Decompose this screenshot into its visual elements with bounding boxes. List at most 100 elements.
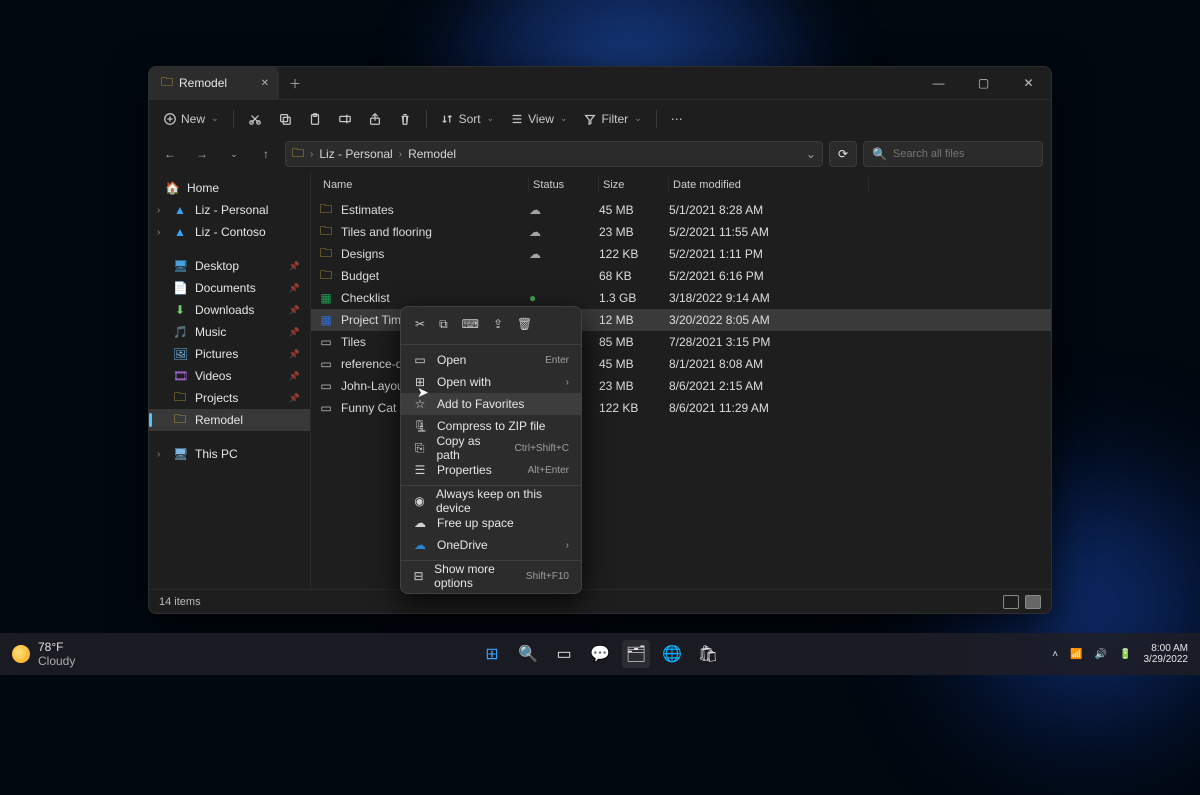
file-date: 5/2/2021 11:55 AM — [669, 225, 869, 239]
file-name: John-Layout — [341, 379, 407, 393]
ctx-onedrive[interactable]: ☁OneDrive› — [401, 534, 581, 556]
taskbar-search[interactable]: 🔍 — [514, 640, 542, 668]
ctx-rename-icon[interactable]: ⌨ — [462, 317, 479, 332]
sidebar-item-liz-personal[interactable]: ▲Liz - Personal — [149, 199, 310, 221]
open-icon: ▭ — [413, 353, 427, 367]
close-tab-icon[interactable]: ✕ — [261, 78, 269, 89]
file-name: Tiles — [341, 335, 366, 349]
delete-button[interactable] — [392, 108, 418, 130]
folder-icon: 🗀 — [173, 410, 187, 431]
sort-button[interactable]: Sort⌄ — [435, 108, 501, 130]
weather-desc: Cloudy — [38, 654, 75, 668]
col-date[interactable]: Date modified — [669, 177, 869, 193]
sidebar-item-videos[interactable]: 🎞Videos📌 — [149, 365, 310, 387]
ctx-show-more[interactable]: ⊟Show more optionsShift+F10 — [401, 565, 581, 587]
tray-chevron-icon[interactable]: ˄ — [1052, 649, 1058, 660]
file-status: ☁ — [529, 225, 599, 239]
sidebar-item-projects[interactable]: 🗀Projects📌 — [149, 387, 310, 409]
sidebar-item-music[interactable]: 🎵Music📌 — [149, 321, 310, 343]
filter-button[interactable]: Filter⌄ — [577, 108, 647, 130]
onedrive-icon: ☁ — [413, 538, 427, 552]
taskbar-clock[interactable]: 8:00 AM 3/29/2022 — [1144, 643, 1189, 665]
copy-button[interactable] — [272, 108, 298, 130]
status-bar: 14 items — [149, 589, 1051, 613]
file-row[interactable]: 🗀Budget68 KB5/2/2021 6:16 PM — [311, 265, 1051, 287]
new-button[interactable]: New⌄ — [157, 108, 225, 130]
more-button[interactable]: ⋯ — [665, 108, 689, 130]
view-button[interactable]: View⌄ — [504, 108, 573, 130]
ctx-always-keep[interactable]: ◉Always keep on this device — [401, 490, 581, 512]
task-view[interactable]: ▭ — [550, 640, 578, 668]
ctx-copy-path[interactable]: ⎘Copy as pathCtrl+Shift+C — [401, 437, 581, 459]
sidebar-item-pictures[interactable]: 🖼Pictures📌 — [149, 343, 310, 365]
ctx-cut-icon[interactable]: ✂ — [415, 317, 425, 332]
col-size[interactable]: Size — [599, 177, 669, 193]
path-dropdown[interactable]: ⌄ — [806, 147, 816, 161]
ctx-properties[interactable]: ☰PropertiesAlt+Enter — [401, 459, 581, 481]
col-name[interactable]: Name — [319, 177, 529, 193]
breadcrumb-seg[interactable]: Remodel — [408, 147, 456, 161]
search-input[interactable] — [893, 148, 1033, 160]
col-status[interactable]: Status — [529, 177, 599, 193]
window-tab[interactable]: 🗀 Remodel ✕ — [149, 67, 279, 99]
desktop-icon: 🖥 — [173, 259, 187, 273]
recent-dropdown[interactable]: ⌄ — [221, 149, 247, 160]
sidebar-item-documents[interactable]: 📄Documents📌 — [149, 277, 310, 299]
start-button[interactable]: ⊞ — [478, 640, 506, 668]
taskbar-store[interactable]: 🛍 — [694, 640, 722, 668]
rename-button[interactable] — [332, 108, 358, 130]
file-date: 5/2/2021 1:11 PM — [669, 247, 869, 261]
sidebar-item-remodel[interactable]: 🗀Remodel — [149, 409, 310, 431]
sidebar-item-home[interactable]: 🏠Home — [149, 177, 310, 199]
search-icon: 🔍 — [872, 147, 887, 161]
taskbar-chat[interactable]: 💬 — [586, 640, 614, 668]
taskbar-edge[interactable]: 🌐 — [658, 640, 686, 668]
sidebar-item-downloads[interactable]: ⬇Downloads📌 — [149, 299, 310, 321]
file-date: 5/2/2021 6:16 PM — [669, 269, 869, 283]
paste-button[interactable] — [302, 108, 328, 130]
ctx-open[interactable]: ▭OpenEnter — [401, 349, 581, 371]
maximize-button[interactable]: ▢ — [961, 67, 1006, 99]
column-headers: Name Status Size Date modified — [311, 171, 1051, 199]
keep-icon: ◉ — [413, 494, 426, 508]
wifi-icon[interactable]: 📶 — [1070, 649, 1082, 660]
battery-icon[interactable]: 🔋 — [1119, 649, 1131, 660]
sidebar-item-liz-contoso[interactable]: ▲Liz - Contoso — [149, 221, 310, 243]
cloud-icon: ☁ — [413, 516, 427, 530]
title-bar: 🗀 Remodel ✕ ＋ — ▢ ✕ — [149, 67, 1051, 99]
breadcrumb-seg[interactable]: Liz - Personal — [319, 147, 392, 161]
ctx-share-icon[interactable]: ⇪ — [493, 317, 503, 332]
file-row[interactable]: 🗀Tiles and flooring☁23 MB5/2/2021 11:55 … — [311, 221, 1051, 243]
file-size: 85 MB — [599, 335, 669, 349]
forward-button[interactable]: → — [189, 147, 215, 161]
volume-icon[interactable]: 🔊 — [1095, 649, 1107, 660]
file-size: 23 MB — [599, 379, 669, 393]
share-button[interactable] — [362, 108, 388, 130]
close-window-button[interactable]: ✕ — [1006, 67, 1051, 99]
pin-icon: 📌 — [289, 305, 300, 316]
search-box[interactable]: 🔍 — [863, 141, 1043, 167]
file-icon: ▭ — [319, 335, 333, 349]
new-tab-button[interactable]: ＋ — [279, 75, 311, 92]
file-row[interactable]: 🗀Estimates☁45 MB5/1/2021 8:28 AM — [311, 199, 1051, 221]
refresh-button[interactable]: ⟳ — [829, 141, 857, 167]
file-row[interactable]: 🗀Designs☁122 KB5/2/2021 1:11 PM — [311, 243, 1051, 265]
ctx-copy-icon[interactable]: ⧉ — [439, 317, 448, 332]
taskbar-weather[interactable]: 78°F Cloudy — [0, 640, 75, 668]
sidebar-item-desktop[interactable]: 🖥Desktop📌 — [149, 255, 310, 277]
file-status: ● — [529, 291, 599, 305]
ctx-free-space[interactable]: ☁Free up space — [401, 512, 581, 534]
back-button[interactable]: ← — [157, 147, 183, 161]
file-name: Estimates — [341, 203, 394, 217]
sidebar-item-this-pc[interactable]: 🖥This PC — [149, 443, 310, 465]
up-button[interactable]: ↑ — [253, 147, 279, 161]
ctx-delete-icon[interactable]: 🗑 — [517, 317, 532, 332]
taskbar-explorer[interactable]: 🗂 — [622, 640, 650, 668]
details-view-button[interactable] — [1003, 595, 1019, 609]
thumbnails-view-button[interactable] — [1025, 595, 1041, 609]
address-bar[interactable]: 🗀 › Liz - Personal › Remodel ⌄ — [285, 141, 823, 167]
file-icon: ▭ — [319, 401, 333, 415]
file-icon: ▦ — [319, 313, 333, 327]
minimize-button[interactable]: — — [916, 67, 961, 99]
cut-button[interactable] — [242, 108, 268, 130]
